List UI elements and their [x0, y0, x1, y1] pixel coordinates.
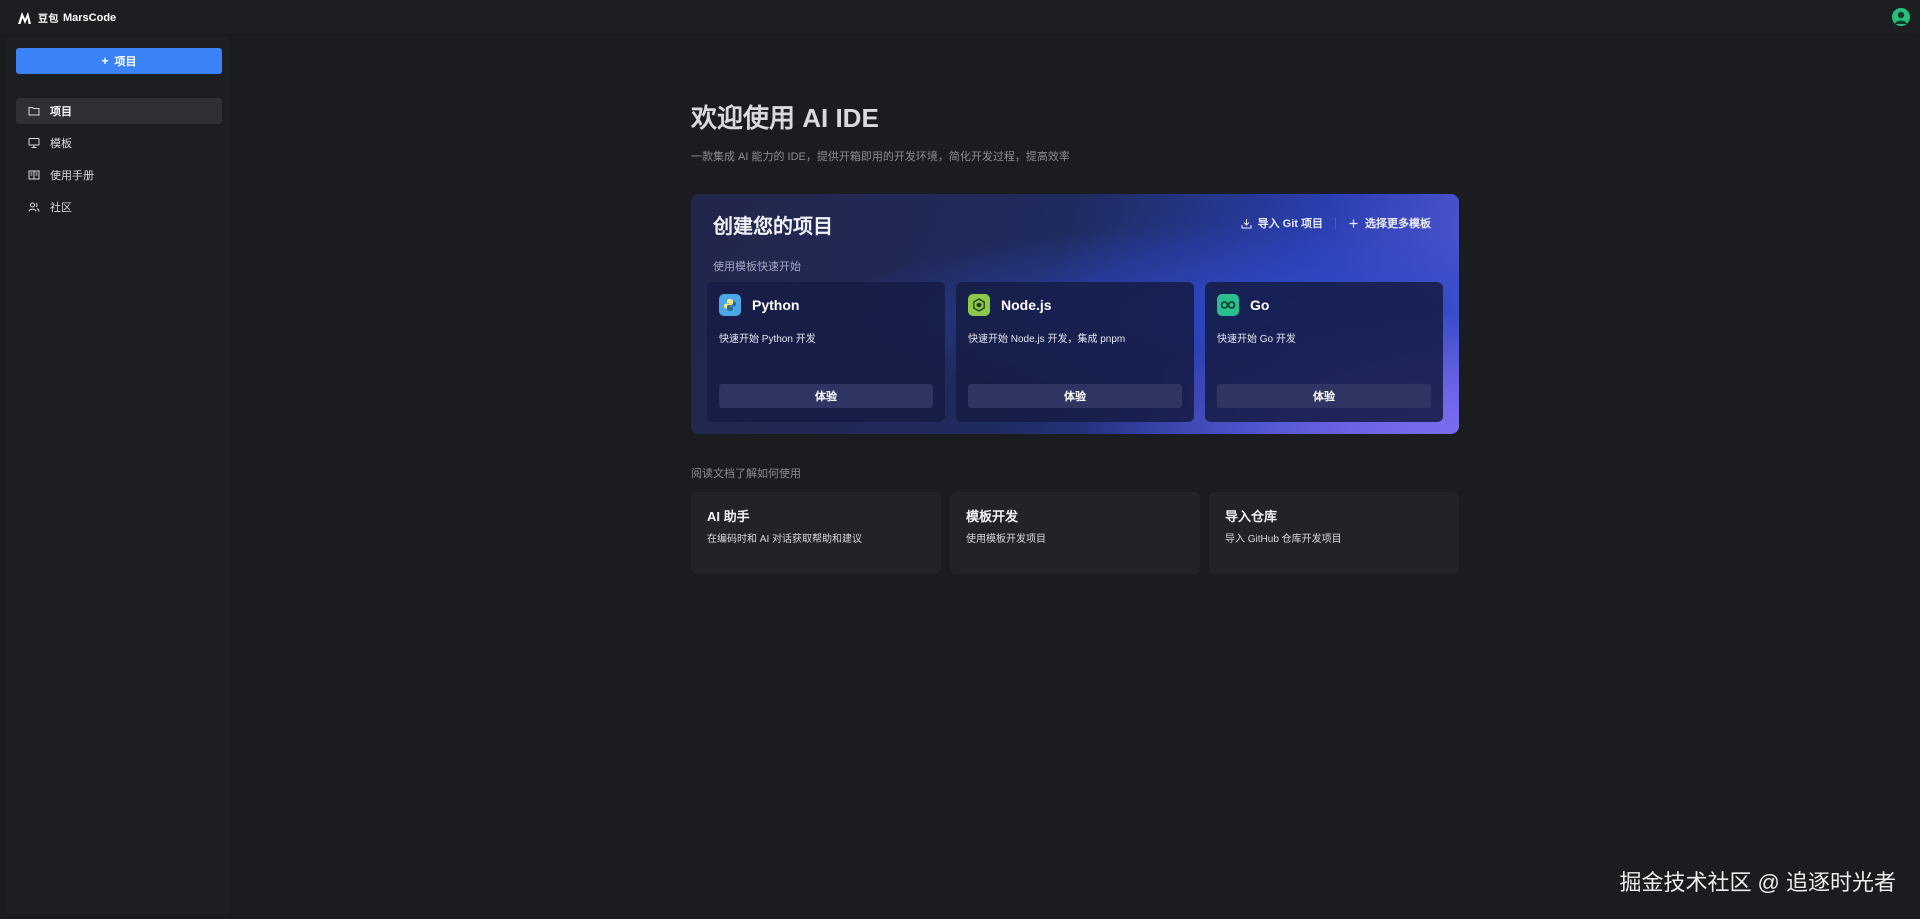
top-bar: 豆包 MarsCode	[0, 0, 1920, 34]
main-panel: 欢迎使用 AI IDE 一款集成 AI 能力的 IDE，提供开箱即用的开发环境，…	[236, 36, 1916, 915]
create-project-panel: 创建您的项目 导入 Git 项目 选择更多模板 使用模板快速开始 Python …	[691, 194, 1459, 434]
plus-icon: +	[101, 54, 109, 68]
template-card-nodejs[interactable]: Node.js 快速开始 Node.js 开发，集成 pnpm 体验	[956, 282, 1194, 422]
page-subtitle: 一款集成 AI 能力的 IDE，提供开箱即用的开发环境，简化开发过程，提高效率	[691, 151, 1070, 163]
more-templates-label: 选择更多模板	[1365, 218, 1431, 230]
go-icon	[1217, 294, 1239, 316]
divider	[1335, 217, 1336, 229]
template-name: Go	[1250, 297, 1270, 313]
sidebar-item-projects[interactable]: 项目	[16, 98, 222, 124]
sidebar-item-label: 使用手册	[50, 170, 94, 182]
monitor-icon	[28, 138, 40, 148]
doc-card-title: 导入仓库	[1225, 509, 1278, 524]
users-icon	[28, 202, 40, 212]
try-go-button[interactable]: 体验	[1217, 384, 1431, 408]
docs-section-label: 阅读文档了解如何使用	[691, 468, 801, 480]
doc-card-title: AI 助手	[707, 509, 750, 524]
try-python-button[interactable]: 体验	[719, 384, 933, 408]
sidebar-item-manual[interactable]: 使用手册	[16, 162, 222, 188]
python-icon	[719, 294, 741, 316]
nodejs-icon	[968, 294, 990, 316]
hero-actions: 导入 Git 项目 选择更多模板	[1241, 215, 1431, 231]
brand-logo[interactable]: 豆包 MarsCode	[18, 10, 116, 25]
template-card-go[interactable]: Go 快速开始 Go 开发 体验	[1205, 282, 1443, 422]
doc-card-description: 导入 GitHub 仓库开发项目	[1225, 534, 1342, 545]
marscode-logo-icon	[18, 11, 31, 24]
new-project-button[interactable]: + 项目	[16, 48, 222, 74]
template-hint: 使用模板快速开始	[713, 261, 801, 273]
page-title: 欢迎使用 AI IDE	[691, 103, 879, 133]
try-nodejs-button[interactable]: 体验	[968, 384, 1182, 408]
user-avatar-icon	[1895, 11, 1907, 24]
new-project-label: 项目	[114, 56, 137, 68]
brand-name-cn: 豆包	[38, 14, 59, 25]
doc-card-description: 使用模板开发项目	[966, 534, 1046, 545]
template-name: Python	[752, 297, 800, 313]
avatar[interactable]	[1892, 8, 1910, 26]
more-templates-button[interactable]: 选择更多模板	[1348, 215, 1431, 231]
book-icon	[28, 170, 40, 180]
doc-card-description: 在编码时和 AI 对话获取帮助和建议	[707, 534, 863, 545]
sidebar-item-label: 项目	[50, 106, 72, 118]
sidebar-item-templates[interactable]: 模板	[16, 130, 222, 156]
sidebar-nav: 项目 模板 使用手册 社区	[16, 98, 222, 226]
doc-card-template-dev[interactable]: 模板开发 使用模板开发项目	[950, 492, 1200, 574]
template-description: 快速开始 Python 开发	[719, 334, 816, 345]
folder-icon	[28, 107, 40, 116]
sidebar-item-label: 模板	[50, 138, 72, 150]
import-icon	[1241, 218, 1252, 228]
template-name: Node.js	[1001, 297, 1052, 313]
doc-card-import-repo[interactable]: 导入仓库 导入 GitHub 仓库开发项目	[1209, 492, 1459, 574]
template-card-python[interactable]: Python 快速开始 Python 开发 体验	[707, 282, 945, 422]
create-project-title: 创建您的项目	[713, 216, 833, 238]
template-description: 快速开始 Node.js 开发，集成 pnpm	[968, 334, 1126, 345]
plus-icon	[1349, 219, 1358, 227]
watermark: 掘金技术社区 @ 追逐时光者	[1619, 870, 1896, 895]
sidebar: + 项目 项目 模板 使用手册 社区	[6, 36, 230, 915]
doc-card-title: 模板开发	[966, 509, 1019, 524]
sidebar-item-community[interactable]: 社区	[16, 194, 222, 220]
brand-name-en: MarsCode	[63, 11, 117, 24]
template-description: 快速开始 Go 开发	[1217, 334, 1296, 345]
import-git-label: 导入 Git 项目	[1257, 218, 1323, 230]
sidebar-item-label: 社区	[50, 202, 72, 214]
import-git-button[interactable]: 导入 Git 项目	[1241, 215, 1323, 231]
doc-card-ai-assistant[interactable]: AI 助手 在编码时和 AI 对话获取帮助和建议	[691, 492, 941, 574]
